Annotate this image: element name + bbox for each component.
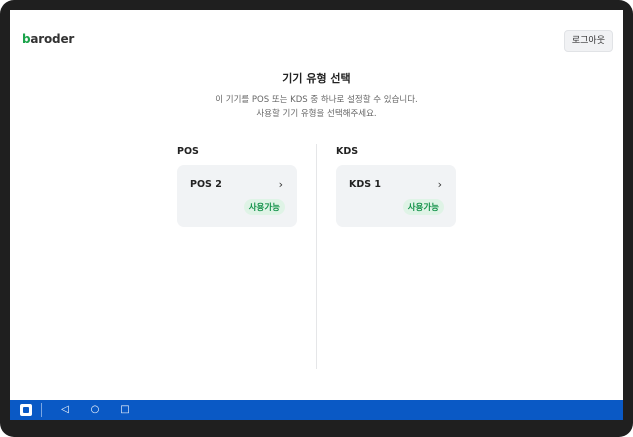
nav-separator bbox=[41, 403, 42, 417]
section-divider bbox=[316, 144, 317, 369]
logout-button[interactable]: 로그아웃 bbox=[563, 30, 613, 52]
page-title: 기기 유형 선택 bbox=[282, 72, 351, 85]
app-shortcut-icon[interactable] bbox=[20, 404, 32, 416]
home-icon[interactable]: ○ bbox=[88, 400, 102, 420]
chevron-right-icon: › bbox=[278, 178, 283, 191]
app-screen: baroder 로그아웃 기기 유형 선택 이 기기를 POS 또는 KDS 중… bbox=[10, 10, 623, 420]
description-line-1: 이 기기를 POS 또는 KDS 중 하나로 설정할 수 있습니다. bbox=[215, 95, 418, 105]
baroder-logo: baroder bbox=[22, 32, 74, 46]
android-navigation-bar: ◁ ○ □ bbox=[10, 400, 623, 420]
kds-section: KDS KDS 1 › 사용가능 bbox=[336, 146, 456, 227]
description-line-2: 사용할 기기 유형을 선택해주세요. bbox=[256, 109, 377, 119]
recents-icon[interactable]: □ bbox=[118, 400, 132, 420]
kds-section-title: KDS bbox=[336, 146, 359, 157]
page-description: 이 기기를 POS 또는 KDS 중 하나로 설정할 수 있습니다. 사용할 기… bbox=[10, 93, 623, 121]
pos-section: POS POS 2 › 사용가능 bbox=[177, 146, 297, 227]
status-badge: 사용가능 bbox=[243, 199, 285, 215]
logo-rest: aroder bbox=[30, 32, 75, 46]
chevron-right-icon: › bbox=[437, 178, 442, 191]
device-name: KDS 1 bbox=[349, 179, 382, 190]
back-icon[interactable]: ◁ bbox=[58, 400, 72, 420]
pos-section-title: POS bbox=[177, 146, 199, 157]
device-card-pos-2[interactable]: POS 2 › 사용가능 bbox=[177, 165, 297, 227]
tablet-frame: baroder 로그아웃 기기 유형 선택 이 기기를 POS 또는 KDS 중… bbox=[0, 0, 633, 437]
status-badge: 사용가능 bbox=[402, 199, 444, 215]
device-name: POS 2 bbox=[190, 179, 222, 190]
device-card-kds-1[interactable]: KDS 1 › 사용가능 bbox=[336, 165, 456, 227]
